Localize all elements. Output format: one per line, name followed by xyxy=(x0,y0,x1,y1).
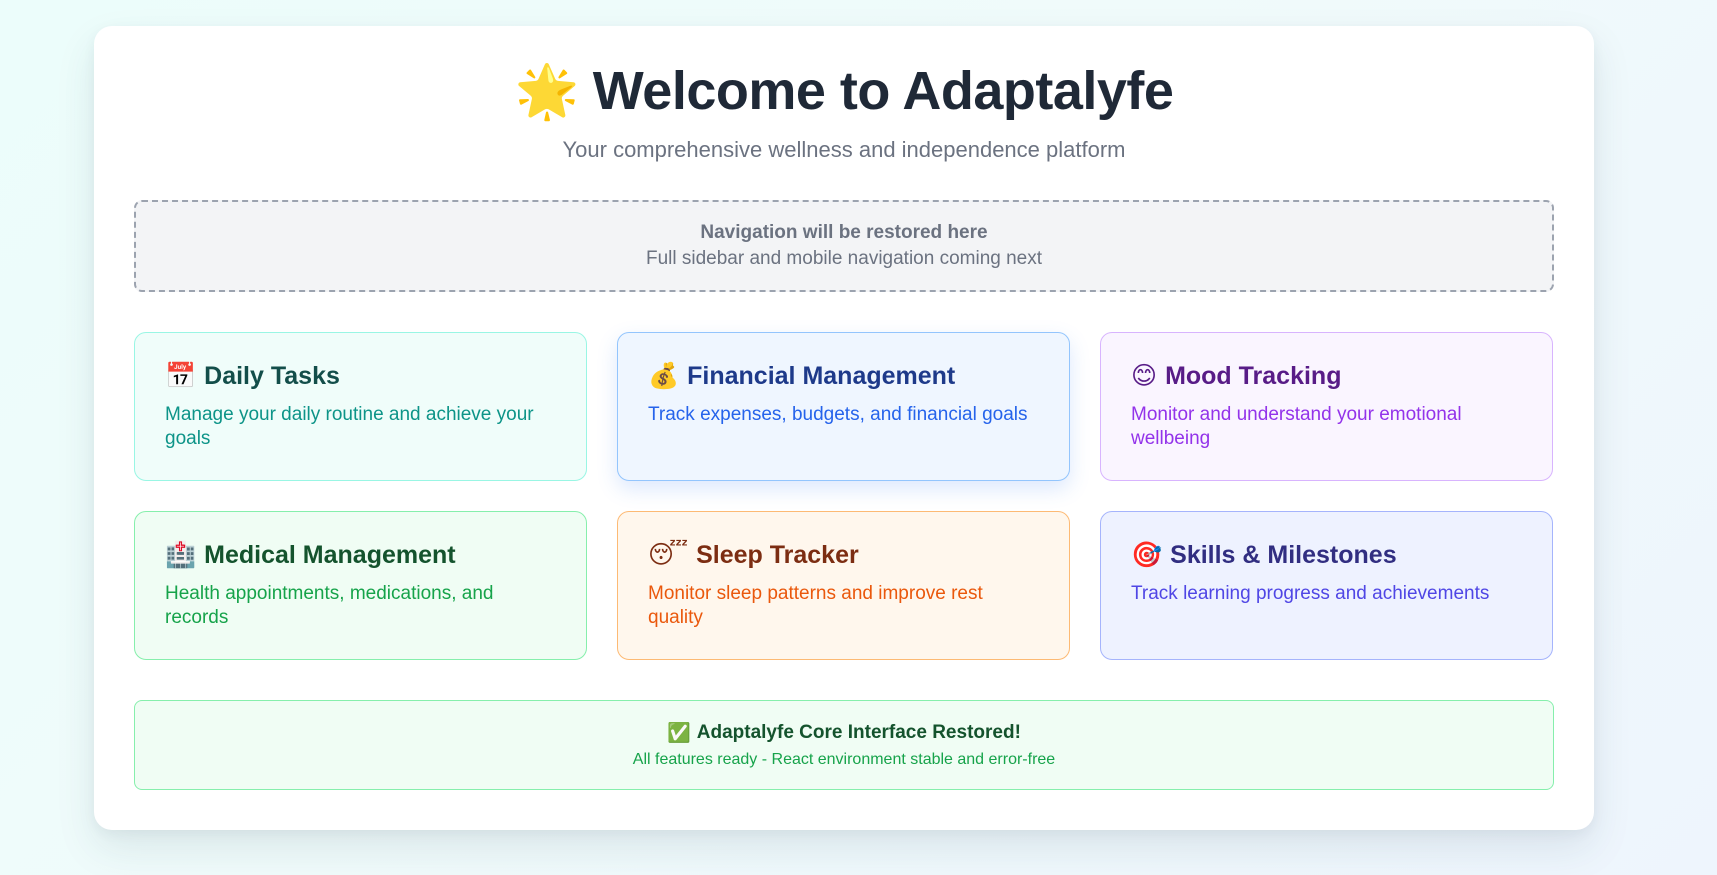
feature-title-text: Skills & Milestones xyxy=(1170,541,1397,569)
feature-card-medical-management[interactable]: 🏥 Medical Management Health appointments… xyxy=(134,511,587,660)
star-icon: 🌟 xyxy=(514,62,580,121)
feature-title-text: Mood Tracking xyxy=(1165,362,1342,390)
navigation-placeholder-title: Navigation will be restored here xyxy=(700,222,988,243)
feature-card-skills-milestones[interactable]: 🎯 Skills & Milestones Track learning pro… xyxy=(1100,511,1553,660)
feature-title-text: Financial Management xyxy=(687,362,956,390)
sleeping-face-icon: 😴 xyxy=(648,540,689,569)
status-title-text: Adaptalyfe Core Interface Restored! xyxy=(696,722,1021,743)
page-title-text: Welcome to Adaptalyfe xyxy=(592,61,1174,121)
feature-card-daily-tasks[interactable]: 📅 Daily Tasks Manage your daily routine … xyxy=(134,332,587,481)
feature-title: 🎯 Skills & Milestones xyxy=(1131,540,1522,570)
page-subtitle: Your comprehensive wellness and independ… xyxy=(562,137,1126,163)
check-mark-icon: ✅ xyxy=(667,723,691,744)
navigation-placeholder-subtitle: Full sidebar and mobile navigation comin… xyxy=(645,248,1043,269)
feature-description: Track expenses, budgets, and financial g… xyxy=(648,404,1028,425)
feature-card-sleep-tracker[interactable]: 😴 Sleep Tracker Monitor sleep patterns a… xyxy=(617,511,1070,660)
feature-description: Track learning progress and achievements xyxy=(1131,583,1490,604)
navigation-placeholder: Navigation will be restored here Full si… xyxy=(134,200,1554,292)
feature-title: 😊 Mood Tracking xyxy=(1131,361,1522,391)
smile-icon: 😊 xyxy=(1131,361,1158,390)
feature-description: Manage your daily routine and achieve yo… xyxy=(165,404,534,449)
hospital-icon: 🏥 xyxy=(165,540,197,569)
feature-title: 😴 Sleep Tracker xyxy=(648,540,1039,570)
target-icon: 🎯 xyxy=(1131,540,1163,569)
status-title: ✅ Adaptalyfe Core Interface Restored! xyxy=(667,721,1021,745)
feature-description: Health appointments, medications, and re… xyxy=(165,583,494,628)
feature-title-text: Medical Management xyxy=(204,541,456,569)
calendar-icon: 📅 xyxy=(165,361,197,390)
feature-title: 🏥 Medical Management xyxy=(165,540,556,570)
feature-title: 💰 Financial Management xyxy=(648,361,1039,391)
feature-title-text: Daily Tasks xyxy=(204,362,340,390)
feature-title-text: Sleep Tracker xyxy=(696,541,859,569)
status-banner: ✅ Adaptalyfe Core Interface Restored! Al… xyxy=(134,700,1554,790)
feature-card-financial-management[interactable]: 💰 Financial Management Track expenses, b… xyxy=(617,332,1070,481)
feature-title: 📅 Daily Tasks xyxy=(165,361,556,391)
feature-card-mood-tracking[interactable]: 😊 Mood Tracking Monitor and understand y… xyxy=(1100,332,1553,481)
page-title: 🌟 Welcome to Adaptalyfe xyxy=(514,61,1174,121)
feature-grid: 📅 Daily Tasks Manage your daily routine … xyxy=(134,332,1554,660)
feature-description: Monitor sleep patterns and improve rest … xyxy=(648,583,983,628)
welcome-card: 🌟 Welcome to Adaptalyfe Your comprehensi… xyxy=(94,26,1594,830)
page-header: 🌟 Welcome to Adaptalyfe Your comprehensi… xyxy=(94,61,1594,163)
status-subtitle: All features ready - React environment s… xyxy=(632,751,1056,768)
money-bag-icon: 💰 xyxy=(648,361,680,390)
feature-description: Monitor and understand your emotional we… xyxy=(1131,404,1462,449)
